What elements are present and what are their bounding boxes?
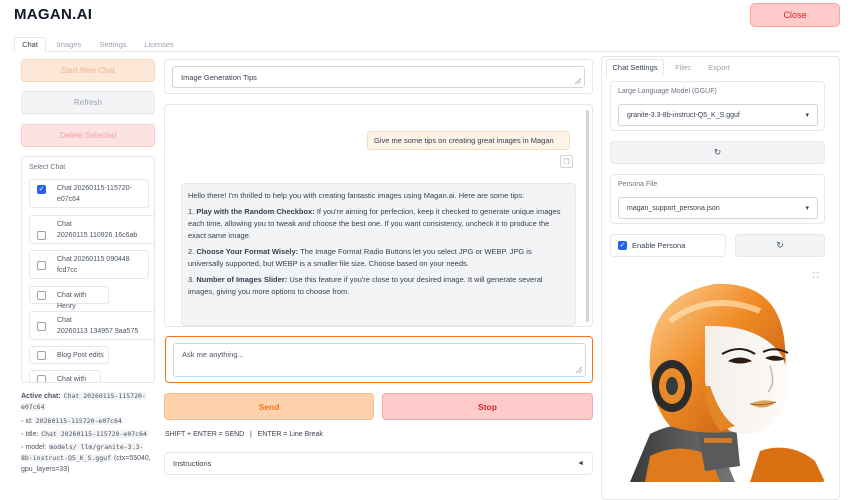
meta-key: id: xyxy=(25,418,33,425)
keyboard-hint: SHIFT + ENTER = SEND | ENTER = Line Brea… xyxy=(165,431,323,438)
message-input-placeholder: Ask me anything... xyxy=(182,350,244,359)
chat-list-item[interactable]: Blog Post edits xyxy=(29,346,109,364)
chat-item-title: Chat 20260115 090448 xyxy=(57,256,130,263)
chat-item-title: Chat xyxy=(57,221,72,228)
llm-group: Large Language Model (GGUF) granite-3.3-… xyxy=(610,81,825,131)
persona-group: Persona File magan_support_persona.json … xyxy=(610,174,825,224)
active-chat-info: Active chat: Chat 20260115-115720-e07c64… xyxy=(21,391,155,475)
chat-item-subtitle: fcd7cc xyxy=(57,267,78,274)
assistant-intro: Hello there! I'm thrilled to help you wi… xyxy=(188,191,525,200)
tip-heading: Play with the Random Checkbox: xyxy=(196,207,315,216)
tip-heading: Number of Images Slider: xyxy=(196,275,288,284)
llm-select[interactable]: granite-3.3-8b-instruct-Q5_K_S.gguf ▾ xyxy=(618,104,818,126)
meta-id: ◦ id: 20260115-115720-e07c64 xyxy=(21,417,123,425)
llm-label: Large Language Model (GGUF) xyxy=(618,88,717,95)
chat-title-panel: Image Generation Tips xyxy=(164,59,593,94)
persona-avatar-image: ⛶ xyxy=(610,266,825,482)
message-input-panel: Ask me anything... xyxy=(165,336,593,383)
chat-title-value: Image Generation Tips xyxy=(181,73,257,82)
tab-settings[interactable]: Settings xyxy=(94,37,132,52)
stop-button[interactable]: Stop xyxy=(382,393,593,420)
refresh-models-button[interactable]: ↻ xyxy=(610,141,825,164)
chat-list-item[interactable]: Chat with Lila xyxy=(29,370,101,383)
instructions-accordion[interactable]: Instructions ◄ xyxy=(164,452,593,475)
chevron-down-icon: ▾ xyxy=(805,205,809,212)
checkbox[interactable] xyxy=(37,231,46,240)
checkbox[interactable] xyxy=(37,261,46,270)
tip-number: 3. xyxy=(188,275,195,284)
chat-scrollbar[interactable] xyxy=(586,110,589,322)
chat-item-title: Chat with Lila xyxy=(57,376,87,383)
checkbox-checked[interactable]: ✓ xyxy=(618,241,627,250)
meta-value: 20260115-115720-e07c64 xyxy=(34,417,123,425)
persona-label: Persona File xyxy=(618,181,658,188)
refresh-icon: ↻ xyxy=(776,240,784,250)
tip-number: 2. xyxy=(188,247,195,256)
chevron-down-icon: ▾ xyxy=(805,112,809,119)
checkbox[interactable] xyxy=(37,291,46,300)
caret-left-icon: ◄ xyxy=(577,460,584,467)
chat-list-item[interactable]: Chat 20260113 134957 9aa575 xyxy=(29,311,154,340)
resize-handle-icon[interactable] xyxy=(576,367,582,373)
refresh-persona-button[interactable]: ↻ xyxy=(735,234,825,257)
send-button[interactable]: Send xyxy=(164,393,374,420)
chat-item-subtitle: 20260115 110926 16c6ab xyxy=(57,232,138,239)
chat-list: Select Chat ✓ Chat 20260115-115720- e07c… xyxy=(21,156,155,383)
tip-item: 2. Choose Your Format Wisely: The Image … xyxy=(188,246,569,270)
checkbox[interactable] xyxy=(37,375,46,382)
checkbox[interactable] xyxy=(37,351,46,360)
new-chat-button[interactable]: Start New Chat xyxy=(21,59,155,82)
delete-selected-button[interactable]: Delete Selected xyxy=(21,124,155,147)
message-input[interactable]: Ask me anything... xyxy=(173,343,586,377)
persona-select[interactable]: magan_support_persona.json ▾ xyxy=(618,197,818,219)
tab-chat[interactable]: Chat xyxy=(14,37,46,52)
persona-value: magan_support_persona.json xyxy=(627,204,720,212)
tab-export[interactable]: Export xyxy=(704,59,734,75)
main-tabbar: Chat Images Settings Licenses xyxy=(14,37,840,52)
chat-list-item[interactable]: Chat 20260115 090448 fcd7cc xyxy=(29,250,149,279)
tab-images[interactable]: Images xyxy=(52,37,86,52)
chat-list-item[interactable]: Chat with Henry xyxy=(29,286,109,310)
checkbox-checked[interactable]: ✓ xyxy=(37,185,46,194)
fullscreen-icon[interactable]: ⛶ xyxy=(810,270,821,281)
active-chat-label: Active chat: xyxy=(21,393,61,400)
assistant-message: Hello there! I'm thrilled to help you wi… xyxy=(181,183,576,326)
chat-item-title: Chat 20260115-115720- xyxy=(57,185,132,192)
settings-tabbar: Chat Settings Files Export xyxy=(604,59,840,75)
meta-value: Chat 20260115-115720-e07c64 xyxy=(40,430,148,438)
meta-key: title: xyxy=(25,431,39,438)
chat-item-subtitle: 20260113 134957 9aa575 xyxy=(57,328,139,335)
chat-list-item[interactable]: Chat 20260115 110926 16c6ab xyxy=(29,215,154,244)
refresh-button[interactable]: Refresh xyxy=(21,91,155,114)
chat-list-item[interactable]: ✓ Chat 20260115-115720- e07c64 xyxy=(29,179,149,208)
meta-title: ◦ title: Chat 20260115-115720-e07c64 xyxy=(21,430,148,438)
tab-licenses[interactable]: Licenses xyxy=(140,37,178,52)
chat-item-subtitle: e07c64 xyxy=(57,196,80,203)
user-message: Give me some tips on creating great imag… xyxy=(367,131,570,150)
chat-item-title: Chat with Henry xyxy=(57,292,87,310)
tip-heading: Choose Your Format Wisely: xyxy=(196,247,299,256)
robot-woman-illustration xyxy=(630,283,825,482)
enable-persona-toggle[interactable]: ✓ Enable Persona xyxy=(610,234,726,257)
meta-model: ◦ model: models/ llm/granite-3.3-8b-inst… xyxy=(21,443,151,473)
tip-number: 1. xyxy=(188,207,195,216)
tip-item: 3. Number of Images Slider: Use this fea… xyxy=(188,274,569,298)
select-chat-label: Select Chat xyxy=(29,164,66,171)
tab-files[interactable]: Files xyxy=(670,59,696,75)
chat-item-title: Blog Post edits xyxy=(57,352,104,359)
meta-key: model: xyxy=(25,444,47,451)
refresh-icon: ↻ xyxy=(713,147,722,157)
llm-value: granite-3.3-8b-instruct-Q5_K_S.gguf xyxy=(627,111,740,119)
app-title: MAGAN.AI xyxy=(14,6,93,23)
chat-item-title: Chat xyxy=(57,317,72,324)
enable-persona-label: Enable Persona xyxy=(632,241,686,250)
resize-handle-icon[interactable] xyxy=(575,78,581,84)
tip-item: 1. Play with the Random Checkbox: If you… xyxy=(188,206,569,242)
checkbox[interactable] xyxy=(37,322,46,331)
close-button[interactable]: Close xyxy=(750,3,840,27)
copy-icon[interactable]: ❐ xyxy=(560,155,573,168)
chat-title-field[interactable]: Image Generation Tips xyxy=(172,66,585,88)
instructions-label: Instructions xyxy=(173,459,212,468)
tab-chat-settings[interactable]: Chat Settings xyxy=(606,59,664,75)
